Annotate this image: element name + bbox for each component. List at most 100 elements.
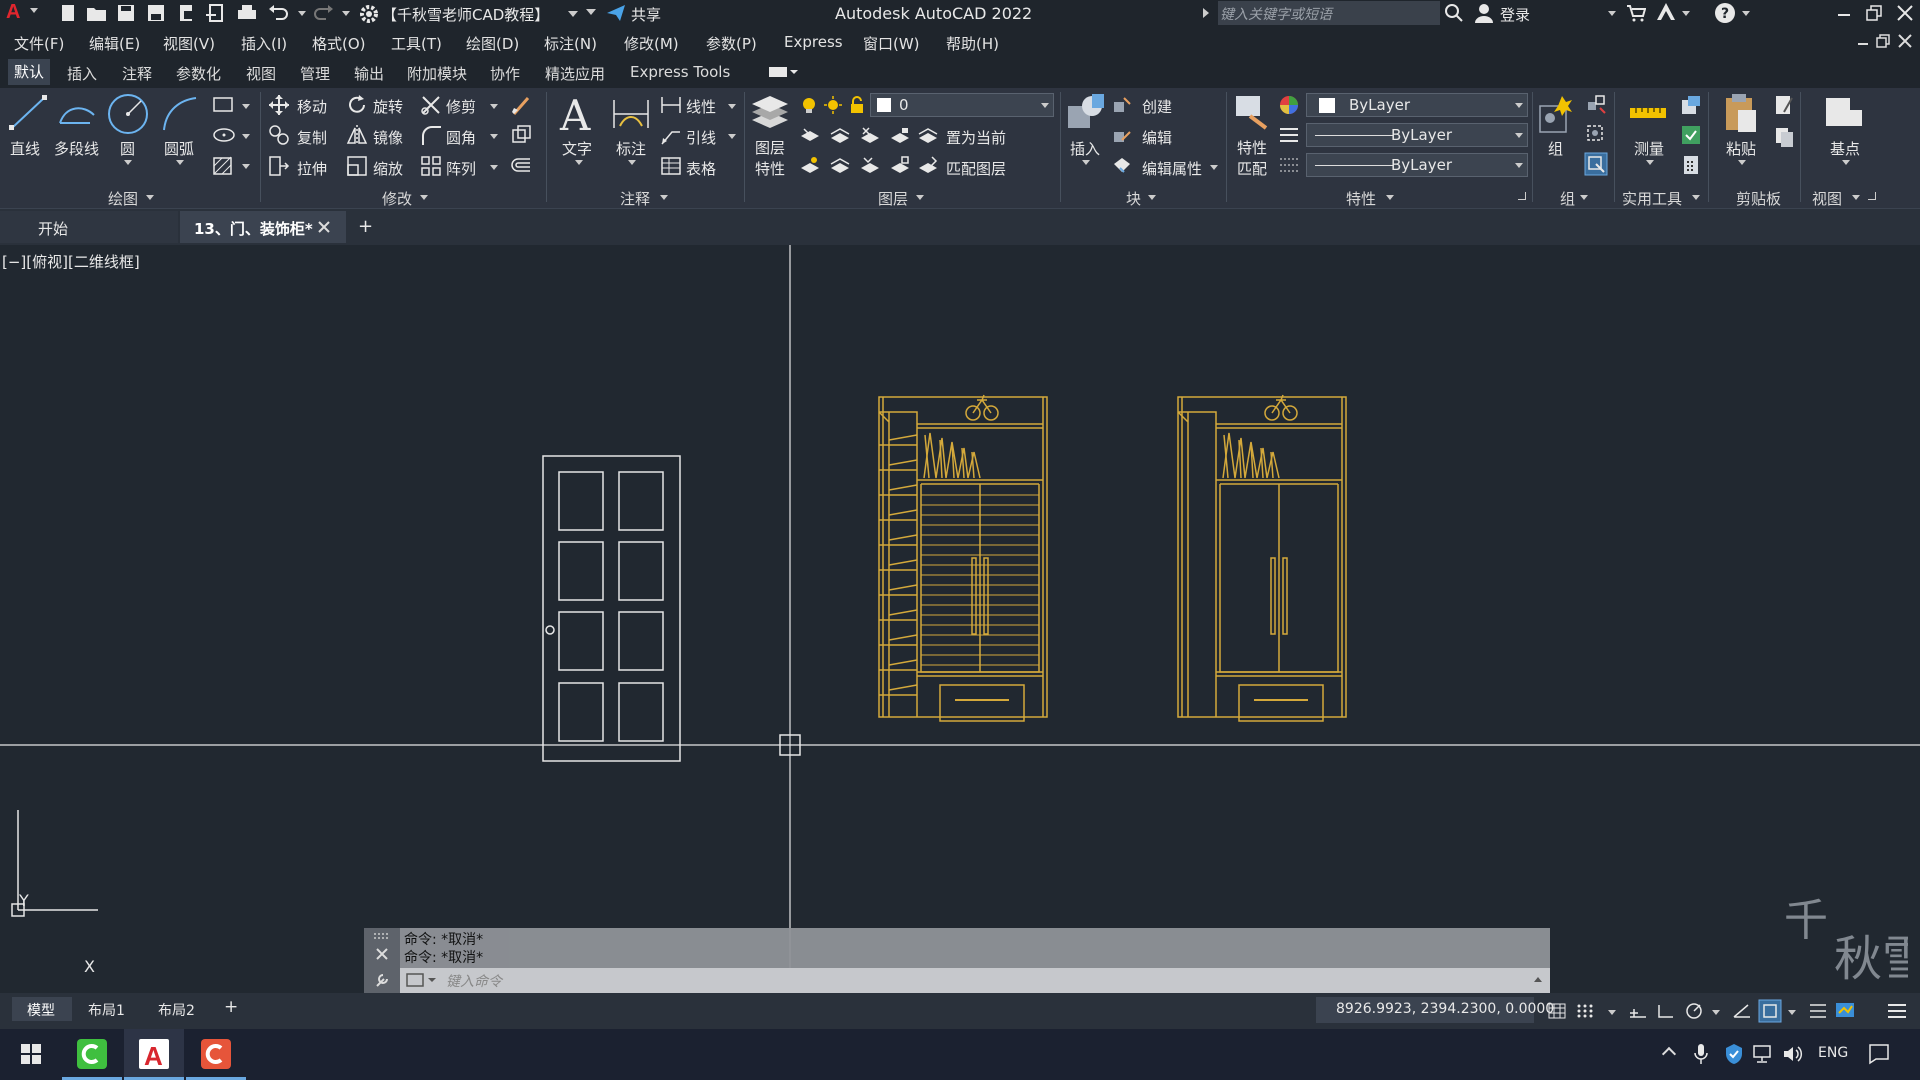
lineweight-dropdown[interactable]: ByLayer	[1306, 153, 1528, 177]
input-language[interactable]: ENG	[1818, 1045, 1848, 1061]
mirror-label[interactable]: 镜像	[373, 127, 403, 148]
leader-dropdown-icon[interactable]	[728, 134, 736, 139]
menu-parametric[interactable]: 参数(P)	[706, 33, 757, 54]
menu-file[interactable]: 文件(F)	[14, 33, 64, 54]
polar-dropdown-icon[interactable]	[1712, 1010, 1720, 1015]
create-block-icon[interactable]	[1112, 96, 1132, 114]
search-expand-icon[interactable]	[1203, 8, 1209, 18]
create-block-label[interactable]: 创建	[1142, 96, 1172, 117]
trim-icon[interactable]	[420, 94, 442, 116]
linear-dropdown-icon[interactable]	[728, 104, 736, 109]
edit-attribute-icon[interactable]	[1112, 156, 1132, 174]
groups-group-expand-icon[interactable]	[1580, 195, 1588, 200]
array-icon[interactable]	[420, 155, 442, 177]
circle-tool-icon[interactable]	[106, 92, 150, 136]
group-edit-icon[interactable]	[1586, 124, 1606, 144]
paste-label[interactable]: 粘贴	[1726, 138, 1756, 159]
grip-icon[interactable]	[374, 932, 390, 940]
command-history-expand-icon[interactable]	[1534, 977, 1542, 982]
lineweight-icon[interactable]	[1278, 156, 1300, 174]
ribbon-minimize-toggle-icon[interactable]	[768, 66, 798, 80]
insert-dropdown-icon[interactable]	[1082, 160, 1090, 165]
open-web-icon[interactable]	[176, 3, 196, 23]
annotation-group-expand-icon[interactable]	[660, 195, 668, 200]
infer-constraints-icon[interactable]	[1628, 1003, 1648, 1019]
drawing-canvas[interactable]: [−][俯视][二维线框] Y X 千 秋雪	[0, 245, 1920, 993]
color-dropdown[interactable]: ByLayer	[1306, 93, 1528, 117]
trim-dropdown-icon[interactable]	[490, 104, 498, 109]
group-select-icon[interactable]	[1584, 152, 1608, 176]
groups-group-label[interactable]: 组	[1560, 188, 1575, 209]
text-dropdown-icon[interactable]	[575, 160, 583, 165]
measure-ruler-icon[interactable]	[1628, 98, 1668, 128]
taskbar-app-camtasia-red[interactable]	[186, 1029, 246, 1080]
properties-group-expand-icon[interactable]	[1386, 195, 1394, 200]
arc-tool-icon[interactable]	[160, 94, 200, 134]
scale-label[interactable]: 缩放	[373, 158, 403, 179]
rectangle-tool-icon[interactable]	[212, 96, 234, 114]
offset-icon[interactable]	[510, 155, 532, 177]
cut-icon[interactable]	[1774, 94, 1796, 116]
customization-menu-icon[interactable]	[1886, 1001, 1908, 1021]
view-group-label[interactable]: 视图	[1812, 188, 1842, 209]
dimension-tool-label[interactable]: 标注	[616, 138, 646, 159]
line-tool-icon[interactable]	[8, 92, 48, 134]
rotate-label[interactable]: 旋转	[373, 96, 403, 117]
fillet-dropdown-icon[interactable]	[490, 134, 498, 139]
login-dropdown-icon[interactable]	[1608, 11, 1616, 16]
menu-help[interactable]: 帮助(H)	[946, 33, 999, 54]
edit-block-label[interactable]: 编辑	[1142, 127, 1172, 148]
arc-dropdown-icon[interactable]	[176, 160, 184, 165]
tab-collaborate[interactable]: 协作	[490, 63, 520, 84]
text-tool-label[interactable]: 文字	[562, 138, 592, 159]
tray-overflow-icon[interactable]	[1661, 1046, 1677, 1062]
decorative-cabinet-1[interactable]	[878, 394, 1048, 722]
color-wheel-icon[interactable]	[1278, 94, 1300, 116]
move-icon[interactable]	[268, 94, 290, 116]
user-icon[interactable]	[1474, 3, 1494, 23]
match-layer-icon[interactable]	[918, 156, 938, 174]
menu-insert[interactable]: 插入(I)	[241, 33, 287, 54]
make-current-label[interactable]: 置为当前	[946, 127, 1006, 148]
utilities-group-expand-icon[interactable]	[1692, 195, 1700, 200]
copy-label[interactable]: 复制	[297, 127, 327, 148]
snap-icon[interactable]	[1576, 1003, 1594, 1019]
layer-tool-6-icon[interactable]	[830, 156, 850, 174]
grid-icon[interactable]	[1548, 1003, 1566, 1019]
layer-tool-8-icon[interactable]	[890, 156, 910, 174]
move-label[interactable]: 移动	[297, 96, 327, 117]
match-properties-label[interactable]: 特性 匹配	[1237, 138, 1267, 180]
measure-label[interactable]: 测量	[1634, 138, 1664, 159]
tab-output[interactable]: 输出	[354, 63, 384, 84]
copy-clip-icon[interactable]	[1774, 126, 1796, 148]
base-view-icon[interactable]	[1824, 96, 1866, 130]
taskbar-app-camtasia-green[interactable]	[62, 1029, 122, 1080]
insert-block-icon[interactable]	[1064, 92, 1106, 132]
tab-insert[interactable]: 插入	[67, 63, 97, 84]
linear-dim-label[interactable]: 线性	[686, 96, 716, 117]
taskbar-app-autocad[interactable]: A	[124, 1029, 184, 1080]
fillet-icon[interactable]	[420, 124, 442, 146]
doc-restore-icon[interactable]	[1876, 34, 1890, 48]
close-icon[interactable]	[1896, 4, 1914, 22]
redo-dropdown-icon[interactable]	[342, 11, 350, 16]
cart-icon[interactable]	[1626, 4, 1646, 22]
command-handle[interactable]	[364, 928, 400, 968]
network-icon[interactable]	[1752, 1044, 1774, 1064]
drawing-area[interactable]	[0, 245, 1920, 993]
match-layer-label[interactable]: 匹配图层	[946, 158, 1006, 179]
decorative-cabinet-2[interactable]	[1177, 394, 1347, 722]
autodesk-a360-icon[interactable]	[1656, 2, 1676, 22]
doc-minimize-icon[interactable]	[1858, 43, 1868, 45]
copy-icon[interactable]	[268, 124, 290, 146]
layer-tool-3-icon[interactable]	[860, 126, 880, 144]
utilities-group-label[interactable]: 实用工具	[1622, 188, 1682, 209]
ortho-icon[interactable]	[1656, 1003, 1676, 1019]
tab-default[interactable]: 默认	[8, 59, 51, 85]
redo-icon[interactable]	[312, 4, 334, 22]
layer-tool-7-icon[interactable]	[860, 156, 880, 174]
lineweight-toggle-icon[interactable]	[1808, 1001, 1828, 1021]
layer-on-bulb-icon[interactable]	[800, 96, 818, 114]
wrench-icon[interactable]	[374, 972, 390, 988]
layout-tab-model[interactable]: 模型	[12, 997, 72, 1021]
